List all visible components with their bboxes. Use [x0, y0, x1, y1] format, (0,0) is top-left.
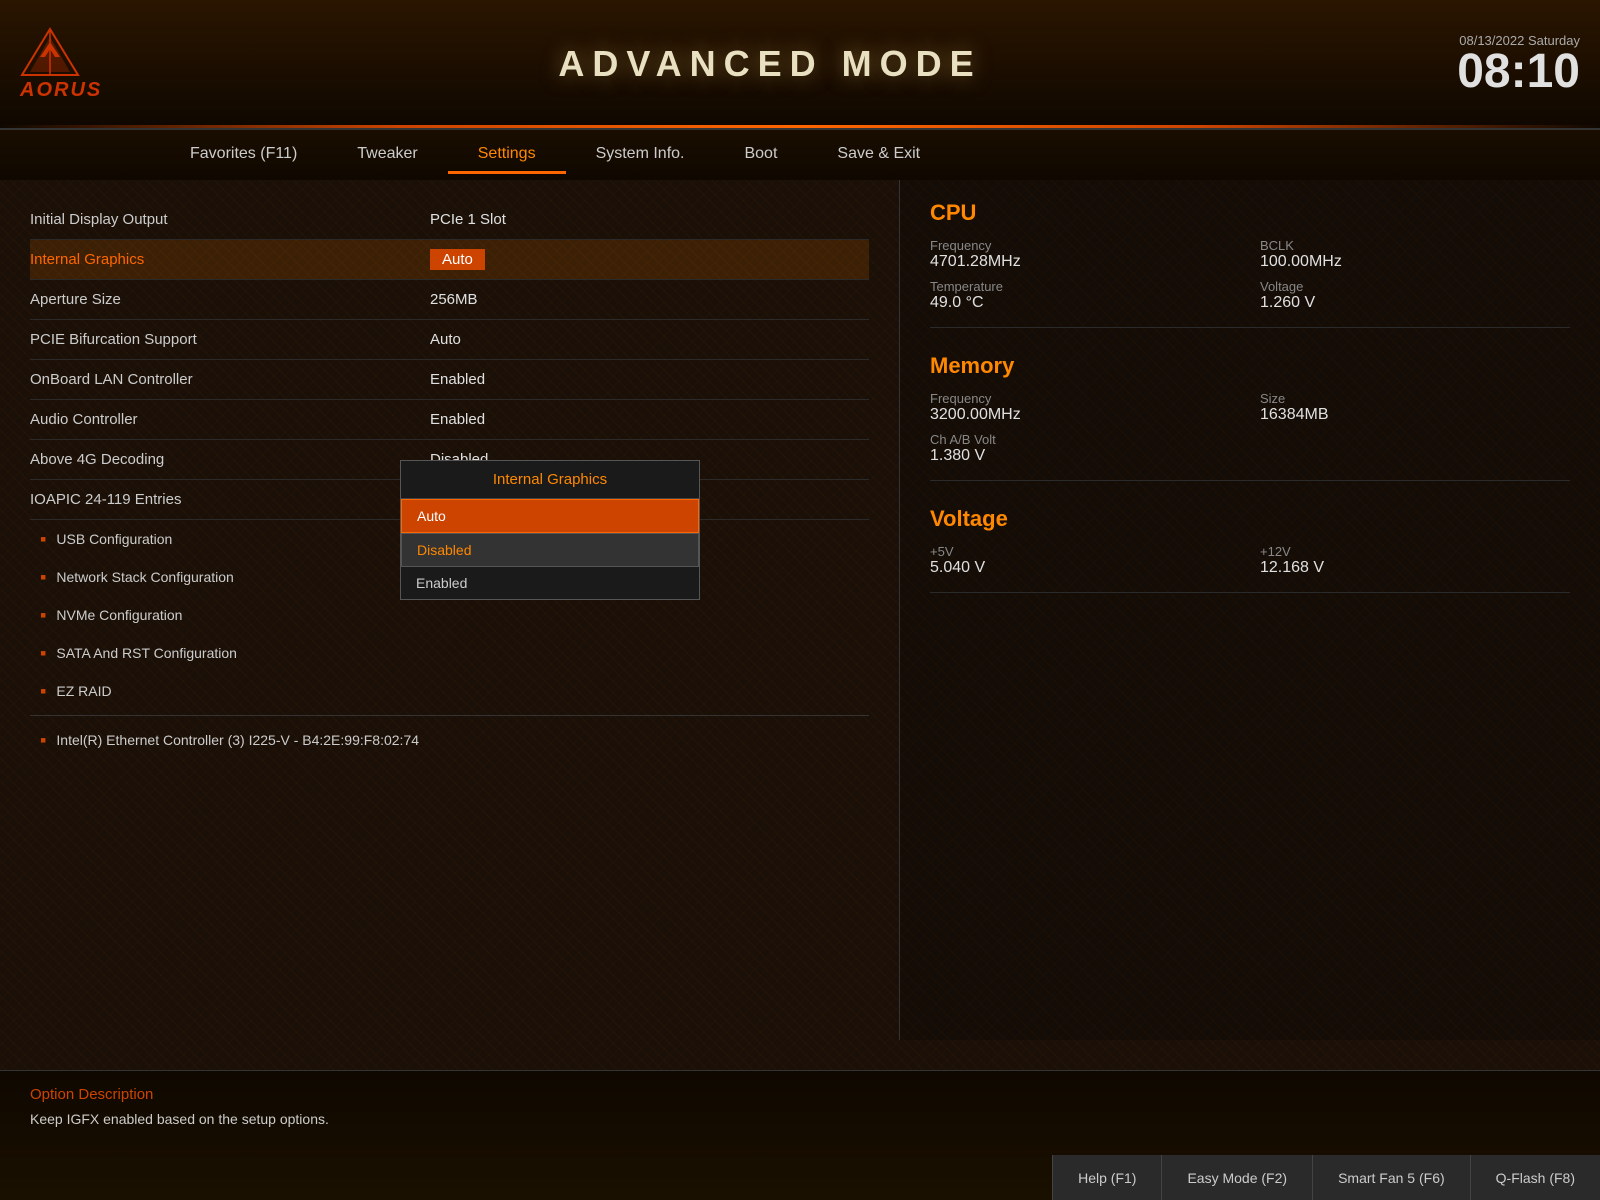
btn-qflash[interactable]: Q-Flash (F8)	[1470, 1155, 1600, 1200]
setting-row-internal-graphics[interactable]: Internal Graphics Auto	[30, 240, 869, 280]
sub-label-sata: SATA And RST Configuration	[56, 645, 237, 661]
voltage-title: Voltage	[930, 506, 1570, 532]
cpu-temperature-label: Temperature	[930, 279, 1240, 294]
bottom-buttons: Help (F1) Easy Mode (F2) Smart Fan 5 (F6…	[1052, 1155, 1600, 1200]
ethernet-row: ▪ Intel(R) Ethernet Controller (3) I225-…	[30, 721, 869, 759]
sub-item-ez-raid[interactable]: ▪ EZ RAID	[30, 672, 869, 710]
setting-row-initial-display[interactable]: Initial Display Output PCIe 1 Slot	[30, 200, 869, 240]
nav-save-exit[interactable]: Save & Exit	[807, 137, 950, 174]
cpu-voltage-label: Voltage	[1260, 279, 1570, 294]
logo-text: AORUS	[20, 79, 102, 102]
setting-value-initial-display: PCIe 1 Slot	[430, 211, 506, 228]
header: AORUS ADVANCED MODE 08/13/2022 Saturday …	[0, 0, 1600, 130]
cpu-bclk-value: 100.00MHz	[1260, 253, 1570, 271]
btn-smart-fan[interactable]: Smart Fan 5 (F6)	[1312, 1155, 1470, 1200]
info-panel: CPU Frequency 4701.28MHz BCLK 100.00MHz …	[900, 180, 1600, 1040]
btn-help[interactable]: Help (F1)	[1052, 1155, 1161, 1200]
cpu-voltage-value: 1.260 V	[1260, 294, 1570, 312]
setting-value-internal-graphics: Auto	[430, 249, 485, 270]
sub-bullet-ez-raid: ▪	[40, 681, 46, 702]
ethernet-bullet: ▪	[40, 730, 46, 751]
advanced-mode-title: ADVANCED MODE	[160, 43, 1380, 85]
nav-tweaker[interactable]: Tweaker	[327, 137, 447, 174]
dropdown-title: Internal Graphics	[401, 461, 699, 499]
section-divider	[30, 715, 869, 716]
dropdown-option-auto[interactable]: Auto	[401, 499, 699, 533]
plus12v-label: +12V	[1260, 544, 1570, 559]
setting-row-audio-controller[interactable]: Audio Controller Enabled	[30, 400, 869, 440]
setting-name-ioapic: IOAPIC 24-119 Entries	[30, 491, 430, 508]
cpu-section: CPU Frequency 4701.28MHz BCLK 100.00MHz …	[930, 200, 1570, 328]
setting-value-onboard-lan: Enabled	[430, 371, 485, 388]
sub-item-sata[interactable]: ▪ SATA And RST Configuration	[30, 634, 869, 672]
memory-size-label: Size	[1260, 391, 1570, 406]
memory-frequency-label: Frequency	[930, 391, 1240, 406]
sub-label-network: Network Stack Configuration	[56, 569, 233, 585]
logo-area: AORUS	[0, 17, 160, 112]
memory-ch-ab-label: Ch A/B Volt	[930, 432, 1570, 447]
sub-label-nvme: NVMe Configuration	[56, 607, 182, 623]
sub-label-usb: USB Configuration	[56, 531, 172, 547]
header-title: ADVANCED MODE	[160, 43, 1380, 85]
setting-value-audio-controller: Enabled	[430, 411, 485, 428]
sub-bullet-usb: ▪	[40, 529, 46, 550]
setting-row-onboard-lan[interactable]: OnBoard LAN Controller Enabled	[30, 360, 869, 400]
setting-row-pcie-bifurcation[interactable]: PCIE Bifurcation Support Auto	[30, 320, 869, 360]
dropdown-option-disabled[interactable]: Disabled	[401, 533, 699, 567]
plus12v-value: 12.168 V	[1260, 559, 1570, 577]
memory-ch-ab-value: 1.380 V	[930, 447, 1570, 465]
ethernet-label: Intel(R) Ethernet Controller (3) I225-V …	[56, 732, 419, 748]
setting-name-initial-display: Initial Display Output	[30, 211, 430, 228]
setting-name-audio-controller: Audio Controller	[30, 411, 430, 428]
setting-value-aperture-size: 256MB	[430, 291, 478, 308]
nav-favorites[interactable]: Favorites (F11)	[160, 137, 327, 174]
cpu-temperature-value: 49.0 °C	[930, 294, 1240, 312]
time-display: 08:10	[1380, 48, 1580, 96]
setting-value-pcie-bifurcation: Auto	[430, 331, 461, 348]
nav-settings[interactable]: Settings	[448, 137, 566, 174]
setting-name-aperture-size: Aperture Size	[30, 291, 430, 308]
plus5v-label: +5V	[930, 544, 1240, 559]
voltage-grid: +5V 5.040 V +12V 12.168 V	[930, 544, 1570, 577]
setting-name-pcie-bifurcation: PCIE Bifurcation Support	[30, 331, 430, 348]
option-desc-text: Keep IGFX enabled based on the setup opt…	[30, 1111, 1570, 1127]
memory-title: Memory	[930, 353, 1570, 379]
sub-bullet-sata: ▪	[40, 643, 46, 664]
dropdown-option-enabled[interactable]: Enabled	[401, 567, 699, 599]
cpu-grid: Frequency 4701.28MHz BCLK 100.00MHz Temp…	[930, 238, 1570, 312]
cpu-title: CPU	[930, 200, 1570, 226]
nav-bar: Favorites (F11) Tweaker Settings System …	[0, 130, 1600, 180]
cpu-bclk-label: BCLK	[1260, 238, 1570, 253]
bottom-panel: Option Description Keep IGFX enabled bas…	[0, 1070, 1600, 1200]
plus5v-value: 5.040 V	[930, 559, 1240, 577]
cpu-frequency-value: 4701.28MHz	[930, 253, 1240, 271]
setting-row-aperture-size[interactable]: Aperture Size 256MB	[30, 280, 869, 320]
memory-size-value: 16384MB	[1260, 406, 1570, 424]
setting-name-internal-graphics: Internal Graphics	[30, 251, 430, 268]
setting-name-above4g: Above 4G Decoding	[30, 451, 430, 468]
nav-boot[interactable]: Boot	[714, 137, 807, 174]
page-wrapper: AORUS ADVANCED MODE 08/13/2022 Saturday …	[0, 0, 1600, 1200]
sub-item-nvme[interactable]: ▪ NVMe Configuration	[30, 596, 869, 634]
settings-panel: Initial Display Output PCIe 1 Slot Inter…	[0, 180, 900, 1040]
btn-easy-mode[interactable]: Easy Mode (F2)	[1161, 1155, 1312, 1200]
dropdown-popup: Internal Graphics Auto Disabled Enabled	[400, 460, 700, 600]
memory-section: Memory Frequency 3200.00MHz Size 16384MB…	[930, 353, 1570, 481]
memory-grid: Frequency 3200.00MHz Size 16384MB Ch A/B…	[930, 391, 1570, 465]
memory-frequency-value: 3200.00MHz	[930, 406, 1240, 424]
option-desc-title: Option Description	[30, 1086, 1570, 1103]
nav-system-info[interactable]: System Info.	[566, 137, 715, 174]
sub-bullet-nvme: ▪	[40, 605, 46, 626]
aorus-logo-icon	[20, 27, 80, 77]
main-content: Initial Display Output PCIe 1 Slot Inter…	[0, 180, 1600, 1040]
cpu-frequency-label: Frequency	[930, 238, 1240, 253]
voltage-section: Voltage +5V 5.040 V +12V 12.168 V	[930, 506, 1570, 593]
datetime-area: 08/13/2022 Saturday 08:10	[1380, 33, 1600, 96]
sub-label-ez-raid: EZ RAID	[56, 683, 111, 699]
setting-name-onboard-lan: OnBoard LAN Controller	[30, 371, 430, 388]
sub-bullet-network: ▪	[40, 567, 46, 588]
